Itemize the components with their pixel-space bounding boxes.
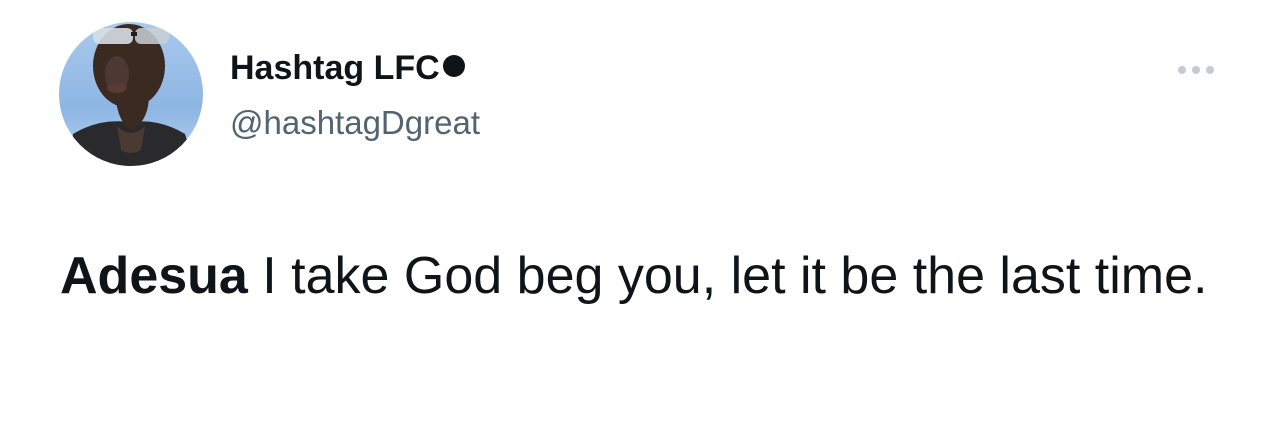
more-horizontal-icon [1206,66,1214,74]
user-handle[interactable]: @hashtagDgreat [230,103,480,143]
tweet-text: Adesua I take God beg you, let it be the… [60,238,1220,314]
display-name-text[interactable]: Hashtag LFC [230,49,440,87]
black-circle-icon [442,55,465,77]
tweet-card: Hashtag LFC @hashtagDgreat Adesua I take… [0,0,1282,424]
more-horizontal-icon [1178,66,1186,74]
more-options-button[interactable] [1172,56,1220,84]
avatar[interactable] [59,22,203,166]
display-name[interactable]: Hashtag LFC [230,48,465,88]
tweet-text-body: I take God beg you, let it be the last t… [247,247,1208,305]
tweet-text-bold: Adesua [60,247,248,305]
more-horizontal-icon [1192,66,1200,74]
profile-photo-icon [59,22,203,166]
